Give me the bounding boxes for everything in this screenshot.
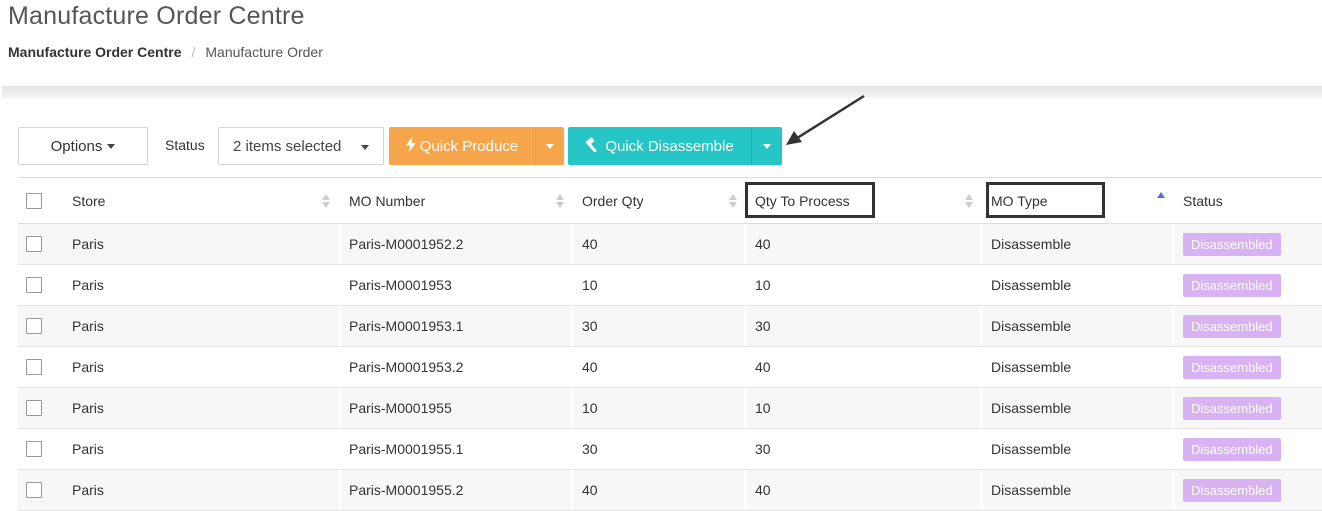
caret-down-icon xyxy=(361,145,369,150)
row-checkbox[interactable] xyxy=(26,359,42,375)
table-row[interactable]: Paris Paris-M0001953.2 40 40 Disassemble Disa… xyxy=(18,347,1322,388)
cell-store: Paris xyxy=(72,236,104,252)
table-row[interactable]: Paris Paris-M0001953 10 10 Disassemble Disass… xyxy=(18,265,1322,306)
table-row[interactable]: Paris Paris-M0001953.1 30 30 Disassemble Disa… xyxy=(18,306,1322,347)
cell-order-qty: 40 xyxy=(582,236,598,252)
caret-down-icon xyxy=(546,143,554,149)
cell-mo-number[interactable]: Paris-M0001953 xyxy=(349,265,452,305)
quick-disassemble-button[interactable]: Quick Disassemble xyxy=(568,127,752,165)
cell-mo-type: Disassemble xyxy=(991,441,1072,457)
column-header-order-qty[interactable]: Order Qty xyxy=(582,178,643,223)
quick-produce-dropdown-toggle[interactable] xyxy=(536,127,564,165)
highlight-box-qty-to-process xyxy=(745,182,875,218)
cell-mo-type: Disassemble xyxy=(991,277,1072,293)
cell-store: Paris xyxy=(72,277,104,293)
cell-mo-number[interactable]: Paris-M0001955.1 xyxy=(349,429,463,469)
table-row[interactable]: Paris Paris-M0001955 10 10 Disassemble Disass… xyxy=(18,388,1322,429)
table-header-row: Store MO Number Order Qty Qty To Process… xyxy=(18,178,1322,224)
cell-order-qty: 30 xyxy=(582,441,598,457)
row-checkbox[interactable] xyxy=(26,277,42,293)
breadcrumb-current: Manufacture Order xyxy=(205,44,323,60)
cell-order-qty: 10 xyxy=(582,277,598,293)
cell-qty-to-process: 30 xyxy=(755,318,771,334)
cell-mo-type: Disassemble xyxy=(991,400,1072,416)
options-dropdown-button[interactable]: Options xyxy=(18,127,148,165)
caret-down-icon xyxy=(107,143,116,149)
cell-qty-to-process: 40 xyxy=(755,359,771,375)
status-badge: Disassembled xyxy=(1183,273,1281,297)
column-header-mo-number[interactable]: MO Number xyxy=(349,178,425,223)
annotation-arrow-icon xyxy=(786,94,865,145)
row-checkbox[interactable] xyxy=(26,318,42,334)
cell-store: Paris xyxy=(72,359,104,375)
select-all-checkbox[interactable] xyxy=(26,192,42,209)
status-filter-value: 2 items selected xyxy=(233,137,342,155)
cell-order-qty: 10 xyxy=(582,400,598,416)
cell-mo-type: Disassemble xyxy=(991,359,1072,375)
breadcrumb: Manufacture Order Centre / Manufacture O… xyxy=(8,44,323,60)
cell-mo-type: Disassemble xyxy=(991,482,1072,498)
page-title: Manufacture Order Centre xyxy=(8,2,305,30)
status-badge: Disassembled xyxy=(1183,314,1281,338)
caret-down-icon xyxy=(763,143,771,149)
table-body: Paris Paris-M0001952.2 40 40 Disassemble Disa… xyxy=(18,224,1322,511)
status-badge: Disassembled xyxy=(1183,355,1281,379)
column-header-store[interactable]: Store xyxy=(72,178,105,223)
cell-store: Paris xyxy=(72,482,104,498)
cell-qty-to-process: 10 xyxy=(755,277,771,293)
status-badge: Disassembled xyxy=(1183,478,1281,502)
cell-store: Paris xyxy=(72,400,104,416)
table-row[interactable]: Paris Paris-M0001952.2 40 40 Disassemble Disa… xyxy=(18,224,1322,265)
quick-disassemble-dropdown-toggle[interactable] xyxy=(752,127,782,165)
bolt-icon xyxy=(405,137,416,155)
cell-order-qty: 40 xyxy=(582,482,598,498)
cell-mo-number[interactable]: Paris-M0001953.2 xyxy=(349,347,463,387)
cell-qty-to-process: 40 xyxy=(755,236,771,252)
cell-mo-type: Disassemble xyxy=(991,318,1072,334)
sort-icon[interactable] xyxy=(965,194,973,208)
options-label: Options xyxy=(50,137,103,155)
cell-qty-to-process: 40 xyxy=(755,482,771,498)
breadcrumb-separator: / xyxy=(191,44,196,60)
column-header-status[interactable]: Status xyxy=(1183,178,1223,223)
cell-qty-to-process: 30 xyxy=(755,441,771,457)
cell-order-qty: 30 xyxy=(582,318,598,334)
table-row[interactable]: Paris Paris-M0001955.1 30 30 Disassemble Disa… xyxy=(18,429,1322,470)
sort-ascending-icon[interactable] xyxy=(1157,192,1165,206)
mo-table: Store MO Number Order Qty Qty To Process… xyxy=(18,177,1322,511)
status-badge: Disassembled xyxy=(1183,232,1281,256)
cell-mo-type: Disassemble xyxy=(991,236,1072,252)
cell-mo-number[interactable]: Paris-M0001952.2 xyxy=(349,224,463,264)
sort-icon[interactable] xyxy=(729,194,737,208)
quick-disassemble-label: Quick Disassemble xyxy=(605,137,734,155)
cell-store: Paris xyxy=(72,441,104,457)
cell-mo-number[interactable]: Paris-M0001955.2 xyxy=(349,470,463,510)
hammer-icon xyxy=(585,137,601,155)
row-checkbox[interactable] xyxy=(26,400,42,416)
cell-qty-to-process: 10 xyxy=(755,400,771,416)
row-checkbox[interactable] xyxy=(26,482,42,498)
row-checkbox[interactable] xyxy=(26,441,42,457)
quick-produce-label: Quick Produce xyxy=(419,137,519,155)
cell-mo-number[interactable]: Paris-M0001953.1 xyxy=(349,306,463,346)
sort-icon[interactable] xyxy=(556,194,564,208)
cell-mo-number[interactable]: Paris-M0001955 xyxy=(349,388,452,428)
quick-produce-button[interactable]: Quick Produce xyxy=(389,127,536,165)
status-badge: Disassembled xyxy=(1183,396,1281,420)
cell-order-qty: 40 xyxy=(582,359,598,375)
sort-icon[interactable] xyxy=(322,194,330,208)
breadcrumb-root-link[interactable]: Manufacture Order Centre xyxy=(8,44,181,60)
panel-header-bar xyxy=(2,86,1322,98)
status-badge: Disassembled xyxy=(1183,437,1281,461)
highlight-box-mo-type xyxy=(986,182,1105,218)
cell-store: Paris xyxy=(72,318,104,334)
status-filter-label: Status xyxy=(165,137,205,153)
row-checkbox[interactable] xyxy=(26,236,42,252)
status-filter-select[interactable]: 2 items selected xyxy=(218,127,384,165)
